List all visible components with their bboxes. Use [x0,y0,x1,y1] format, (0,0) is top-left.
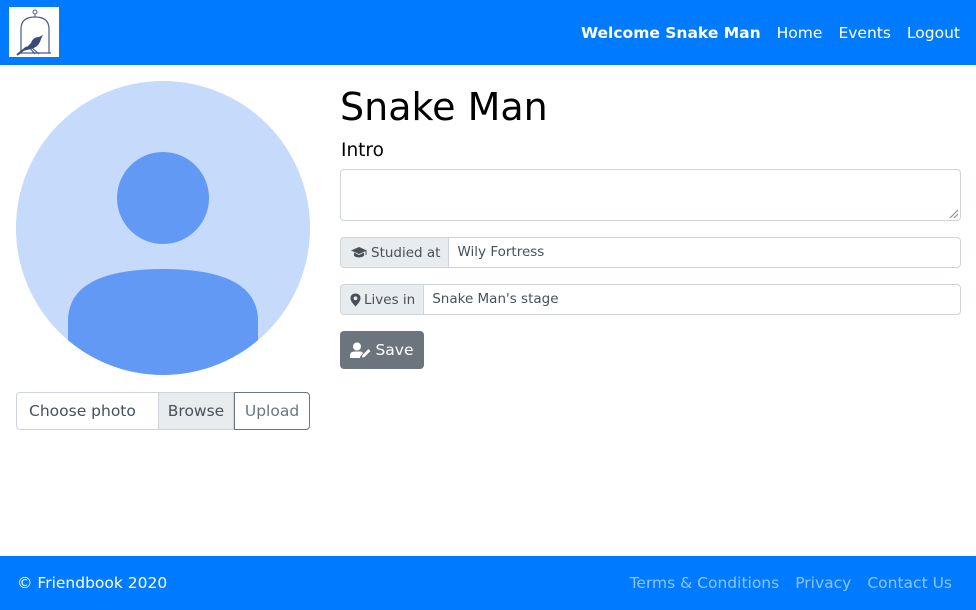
user-edit-icon [350,342,371,358]
copyright-text: © Friendbook 2020 [17,574,168,592]
studied-at-input[interactable]: Wily Fortress [448,237,961,268]
nav-logout-link[interactable]: Logout [907,24,960,42]
user-avatar-icon [16,81,310,375]
footer: © Friendbook 2020 Terms & Conditions Pri… [0,556,976,610]
intro-textarea[interactable] [340,169,961,221]
lives-in-input[interactable]: Snake Man's stage [423,284,961,315]
lives-in-prepend: Lives in [340,284,424,315]
studied-at-prepend: Studied at [340,237,449,268]
save-label: Save [375,341,414,359]
footer-links: Terms & Conditions Privacy Contact Us [630,556,952,610]
photo-upload-group: Choose photo Browse Upload [16,392,310,430]
lives-in-group: Lives in Snake Man's stage [340,284,961,315]
save-button[interactable]: Save [340,331,424,369]
navbar: Welcome Snake Man Home Events Logout [0,0,976,65]
profile-avatar [16,81,310,375]
intro-label: Intro [341,140,384,161]
choose-photo-input[interactable]: Choose photo [16,392,158,430]
nav-links: Welcome Snake Man Home Events Logout [581,0,960,65]
contact-link[interactable]: Contact Us [867,574,952,592]
welcome-text: Welcome Snake Man [581,23,761,42]
browse-button[interactable]: Browse [158,392,234,430]
lives-in-label: Lives in [364,291,416,308]
map-marker-icon [350,293,361,306]
brand-logo-link[interactable] [9,7,59,57]
upload-button[interactable]: Upload [234,392,310,430]
studied-at-label: Studied at [371,244,441,261]
nav-events-link[interactable]: Events [838,24,890,42]
nav-home-link[interactable]: Home [777,24,823,42]
studied-at-group: Studied at Wily Fortress [340,237,961,268]
graduation-cap-icon [351,247,367,258]
bird-cage-logo-icon [16,9,51,56]
profile-name: Snake Man [340,85,548,129]
resize-grip-icon[interactable] [949,209,958,218]
privacy-link[interactable]: Privacy [795,574,851,592]
terms-link[interactable]: Terms & Conditions [630,574,780,592]
